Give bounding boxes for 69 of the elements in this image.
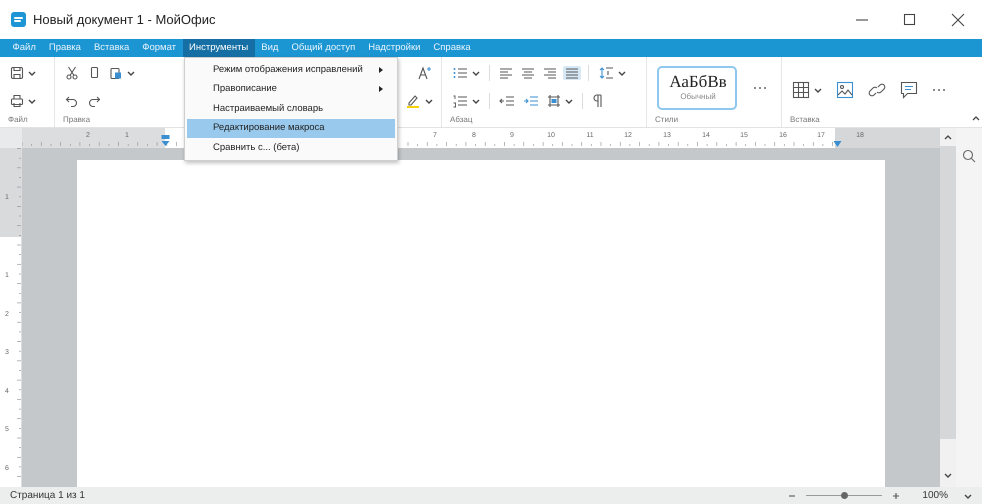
caret-icon[interactable] <box>472 69 480 77</box>
window-title: Новый документ 1 - МойОфис <box>33 10 216 29</box>
scroll-up-icon[interactable] <box>944 134 952 140</box>
zoom-level: 100% <box>922 489 948 503</box>
border-icon[interactable] <box>547 94 561 108</box>
printer-icon[interactable] <box>10 94 24 108</box>
decrease-indent-icon[interactable] <box>499 94 515 108</box>
redo-icon[interactable] <box>87 94 101 108</box>
menu-item[interactable]: Настраиваемый словарь <box>187 99 395 118</box>
increase-indent-icon[interactable] <box>523 94 539 108</box>
app-logo-icon <box>11 12 26 27</box>
style-preview-button[interactable]: АаБбВв Обычный <box>657 66 737 110</box>
menu-item[interactable]: Сравнить с... (бета) <box>187 138 395 158</box>
more-icon[interactable] <box>753 84 767 90</box>
highlighter-icon[interactable] <box>405 93 421 109</box>
caret-icon[interactable] <box>425 97 433 105</box>
menu-item[interactable]: Формат <box>136 39 183 57</box>
maximize-icon[interactable] <box>903 12 917 26</box>
page-counter: Страница 1 из 1 <box>10 489 85 503</box>
menu-item[interactable]: Правка <box>42 39 88 57</box>
caret-icon[interactable] <box>565 97 573 105</box>
align-center-icon[interactable] <box>521 67 535 79</box>
caret-icon[interactable] <box>127 69 135 77</box>
font-grow-icon[interactable] <box>417 65 433 81</box>
zoom-in-icon[interactable] <box>892 492 900 500</box>
caret-icon[interactable] <box>814 86 822 94</box>
group-label: Вставка <box>790 114 821 126</box>
line-spacing-icon[interactable] <box>598 66 614 80</box>
menu-item[interactable]: Правописание <box>187 80 395 99</box>
table-icon[interactable] <box>792 80 810 98</box>
save-icon[interactable] <box>10 66 24 80</box>
group-label: Стили <box>655 114 680 126</box>
scissors-icon[interactable] <box>65 66 79 80</box>
collapse-caret-icon[interactable] <box>972 115 980 121</box>
caret-icon[interactable] <box>618 69 626 77</box>
close-icon[interactable] <box>951 12 965 26</box>
link-icon[interactable] <box>868 80 886 98</box>
comment-icon[interactable] <box>900 80 918 98</box>
scroll-down-icon[interactable] <box>944 473 952 479</box>
caret-icon[interactable] <box>964 492 972 500</box>
bullet-list-icon[interactable] <box>452 66 468 80</box>
indent-marker-icon[interactable] <box>161 135 170 147</box>
group-label: Правка <box>63 114 92 126</box>
menu-item[interactable]: Надстройки <box>362 39 427 57</box>
menu-item[interactable]: Редактирование макроса <box>187 118 395 138</box>
search-icon[interactable] <box>962 149 976 163</box>
group-label: Файл <box>8 114 29 126</box>
image-icon[interactable] <box>836 80 854 98</box>
menu-item[interactable]: Инструменты <box>182 39 255 57</box>
slider-thumb[interactable] <box>841 492 848 499</box>
caret-icon[interactable] <box>28 97 36 105</box>
align-right-icon[interactable] <box>543 67 557 79</box>
menu-item[interactable]: Вид <box>254 39 285 57</box>
menu-item[interactable]: Общий доступ <box>284 39 362 57</box>
clipboard-icon[interactable] <box>109 66 123 80</box>
caret-icon[interactable] <box>472 97 480 105</box>
scrollbar-thumb[interactable] <box>940 146 956 439</box>
undo-icon[interactable] <box>65 94 79 108</box>
menu-item[interactable]: Справка <box>426 39 478 57</box>
more-icon[interactable] <box>932 86 946 92</box>
caret-icon[interactable] <box>28 69 36 77</box>
group-label: Абзац <box>450 114 474 126</box>
menu-item[interactable]: Режим отображения исправлений <box>187 60 395 80</box>
pilcrow-icon[interactable] <box>592 94 604 108</box>
menu-item[interactable]: Вставка <box>87 39 136 57</box>
align-justify-icon[interactable] <box>565 67 579 79</box>
align-left-icon[interactable] <box>499 67 513 79</box>
numbered-list-icon[interactable] <box>452 94 468 108</box>
menu-item[interactable]: Файл <box>6 39 42 57</box>
